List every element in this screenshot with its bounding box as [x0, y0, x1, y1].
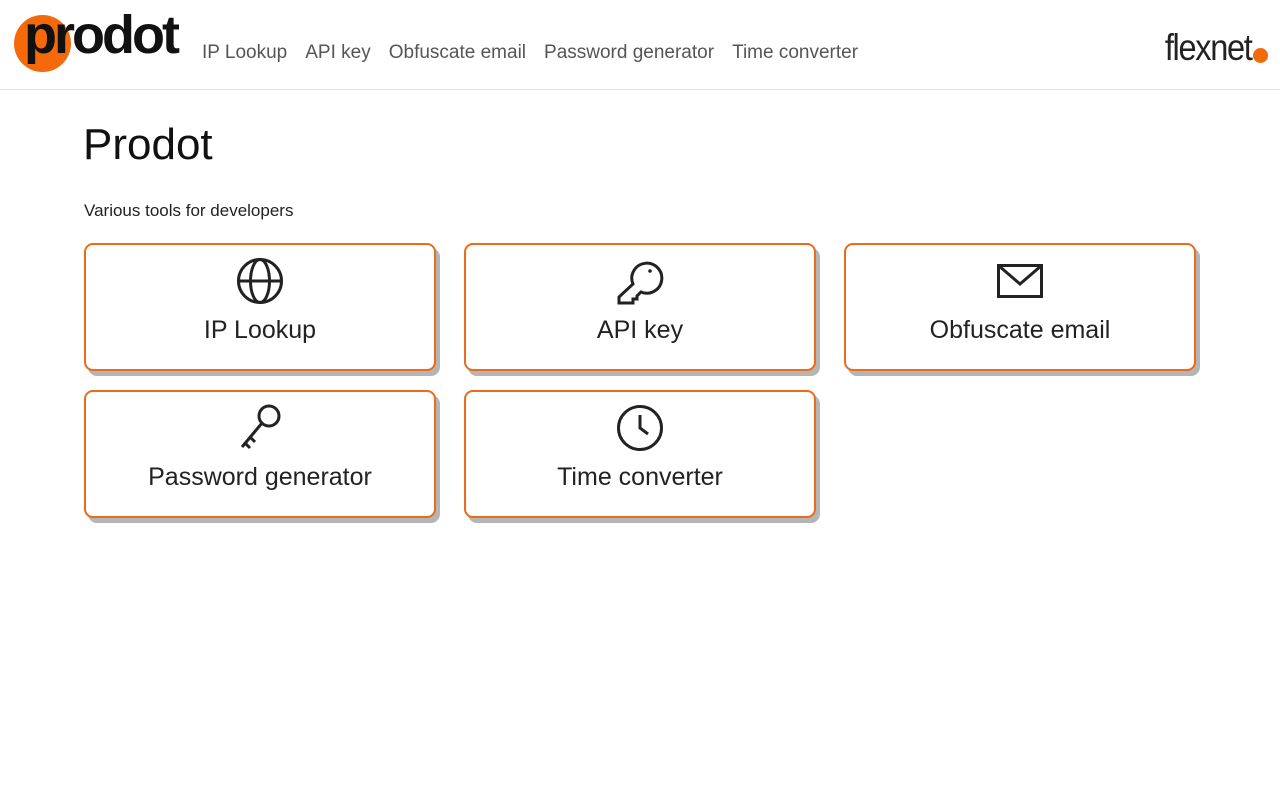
logo-wordmark: prodot — [24, 5, 180, 65]
nav-item-password-generator[interactable]: Password generator — [535, 41, 723, 65]
nav-item-api-key[interactable]: API key — [296, 41, 379, 65]
flexnet-dot — [1253, 48, 1268, 63]
nav-item-ip-lookup[interactable]: IP Lookup — [193, 41, 296, 65]
page-subtitle: Various tools for developers — [84, 201, 294, 220]
tool-card-obfuscate-email[interactable]: Obfuscate email — [844, 243, 1196, 371]
card-label: Obfuscate email — [929, 316, 1111, 344]
clock-icon — [616, 404, 664, 452]
top-navigation-bar: prodot IP Lookup API key Obfuscate email… — [0, 0, 1280, 90]
page-title: Prodot — [83, 120, 213, 169]
card-label: API key — [596, 316, 684, 344]
tool-card-api-key[interactable]: API key — [464, 243, 816, 371]
tool-card-ip-lookup[interactable]: IP Lookup — [84, 243, 436, 371]
card-label: Password generator — [148, 463, 372, 491]
flexnet-wordmark: flexnet — [1165, 27, 1253, 68]
nav-item-obfuscate-email[interactable]: Obfuscate email — [380, 41, 535, 65]
tool-card-password-generator[interactable]: Password generator — [84, 390, 436, 518]
envelope-icon — [996, 257, 1044, 305]
key-icon — [616, 257, 664, 305]
prodot-logo[interactable]: prodot — [14, 8, 180, 78]
globe-icon — [236, 257, 284, 305]
card-label: Time converter — [557, 463, 723, 491]
flexnet-logo[interactable]: flexnet — [1153, 26, 1268, 66]
card-label: IP Lookup — [203, 316, 317, 344]
key-icon — [236, 404, 284, 452]
tool-card-time-converter[interactable]: Time converter — [464, 390, 816, 518]
nav-item-time-converter[interactable]: Time converter — [723, 41, 867, 65]
main-nav: IP Lookup API key Obfuscate email Passwo… — [193, 41, 867, 65]
